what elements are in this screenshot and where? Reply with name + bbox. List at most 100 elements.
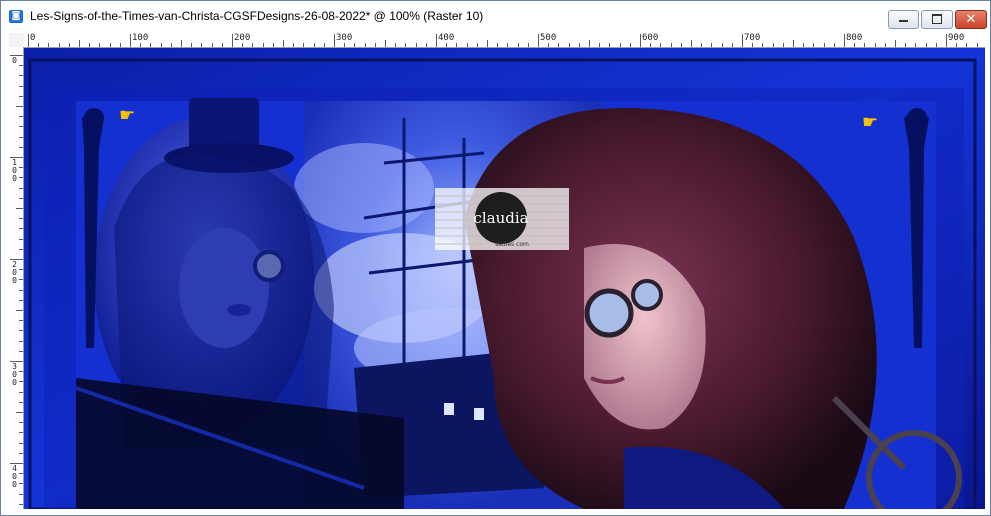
ruler-tick xyxy=(364,43,366,47)
ruler-tick xyxy=(578,43,580,47)
ruler-tick xyxy=(527,43,529,47)
ruler-tick xyxy=(19,248,23,250)
ruler-tick xyxy=(609,43,611,47)
ruler-tick xyxy=(854,43,856,47)
ruler-tick xyxy=(19,381,23,383)
ruler-tick xyxy=(16,208,23,209)
ruler-tick xyxy=(507,43,509,47)
ruler-tick xyxy=(130,34,131,47)
horizontal-ruler[interactable]: 0 100 200 300 400 500 600 700 800 900 xyxy=(24,33,985,48)
ruler-tick xyxy=(19,350,23,352)
title-bar: ◙ Les-Signs-of-the-Times-van-Christa-CGS… xyxy=(1,1,990,31)
ruler-label: 200 xyxy=(234,33,251,43)
ruler-tick xyxy=(19,218,23,220)
ruler-tick xyxy=(252,43,254,47)
ruler-tick xyxy=(19,269,23,271)
window-title: Les-Signs-of-the-Times-van-Christa-CGSFD… xyxy=(30,9,484,23)
image-canvas[interactable]: ☛ ☛ claudia sadies com xyxy=(24,48,985,509)
vertical-ruler[interactable]: 0 100 200 300 400 xyxy=(9,47,24,509)
ruler-tick xyxy=(721,43,723,47)
ruler-tick xyxy=(670,43,672,47)
ruler-tick xyxy=(772,43,774,47)
ruler-tick xyxy=(344,43,346,47)
ruler-tick xyxy=(323,43,325,47)
ruler-tick xyxy=(16,106,23,107)
ruler-corner xyxy=(9,33,24,48)
ruler-tick xyxy=(19,279,23,281)
ruler-tick xyxy=(803,43,805,47)
svg-text:claudia: claudia xyxy=(473,209,528,227)
ruler-tick xyxy=(864,43,866,47)
ruler-tick xyxy=(589,40,590,47)
ruler-tick xyxy=(19,126,23,128)
ruler-tick xyxy=(79,40,80,47)
ruler-tick xyxy=(19,65,23,67)
ruler-label: 200 xyxy=(12,260,17,285)
ruler-label: 500 xyxy=(540,33,557,43)
ruler-tick xyxy=(293,43,295,47)
ruler-tick xyxy=(935,43,937,47)
ruler-tick xyxy=(19,401,23,403)
ruler-tick xyxy=(283,40,284,47)
maximize-icon xyxy=(932,14,942,24)
ruler-tick xyxy=(272,43,274,47)
ruler-tick xyxy=(874,43,876,47)
ruler-tick xyxy=(884,43,886,47)
ruler-tick xyxy=(334,34,335,47)
ruler-tick xyxy=(19,299,23,301)
ruler-tick xyxy=(640,34,641,47)
ruler-tick xyxy=(19,187,23,189)
ruler-tick xyxy=(619,43,621,47)
ruler-tick xyxy=(19,146,23,148)
ruler-tick xyxy=(160,43,162,47)
ruler-tick xyxy=(19,452,23,454)
ruler-tick xyxy=(680,43,682,47)
ruler-tick xyxy=(170,43,172,47)
ruler-tick xyxy=(68,43,70,47)
maximize-button[interactable] xyxy=(921,10,953,29)
ruler-tick xyxy=(303,43,305,47)
ruler-tick xyxy=(19,228,23,230)
ruler-tick xyxy=(242,43,244,47)
app-icon: ◙ xyxy=(9,10,23,23)
ruler-tick xyxy=(262,43,264,47)
ruler-tick xyxy=(711,43,713,47)
ruler-tick xyxy=(660,43,662,47)
ruler-tick xyxy=(19,330,23,332)
ruler-tick xyxy=(966,43,968,47)
ruler-tick xyxy=(517,43,519,47)
ruler-tick xyxy=(395,43,397,47)
ruler-tick xyxy=(19,503,23,505)
ruler-tick xyxy=(629,43,631,47)
ruler-tick xyxy=(313,43,315,47)
pointing-hand-icon: ☛ xyxy=(119,105,135,126)
ruler-label: 0 xyxy=(30,33,36,43)
ruler-tick xyxy=(19,493,23,495)
ruler-label: 300 xyxy=(12,362,17,387)
ruler-tick xyxy=(19,116,23,118)
ruler-tick xyxy=(558,43,560,47)
ruler-tick xyxy=(405,43,407,47)
ruler-tick xyxy=(19,167,23,169)
ruler-tick xyxy=(915,43,917,47)
ruler-tick xyxy=(752,43,754,47)
ruler-tick xyxy=(191,43,193,47)
close-button[interactable]: ✕ xyxy=(955,10,987,29)
ruler-label: 300 xyxy=(336,33,353,43)
ruler-tick xyxy=(221,43,223,47)
ruler-tick xyxy=(436,34,437,47)
ruler-tick xyxy=(946,34,947,47)
ruler-tick xyxy=(895,40,896,47)
ruler-tick xyxy=(446,43,448,47)
ruler-tick xyxy=(150,43,152,47)
ruler-tick xyxy=(48,43,50,47)
ruler-tick xyxy=(374,43,376,47)
ruler-label: 800 xyxy=(846,33,863,43)
ruler-tick xyxy=(905,43,907,47)
ruler-tick xyxy=(38,43,40,47)
ruler-tick xyxy=(16,412,23,413)
ruler-tick xyxy=(762,43,764,47)
ruler-tick xyxy=(650,43,652,47)
minimize-button[interactable] xyxy=(888,10,919,29)
ruler-tick xyxy=(956,43,958,47)
